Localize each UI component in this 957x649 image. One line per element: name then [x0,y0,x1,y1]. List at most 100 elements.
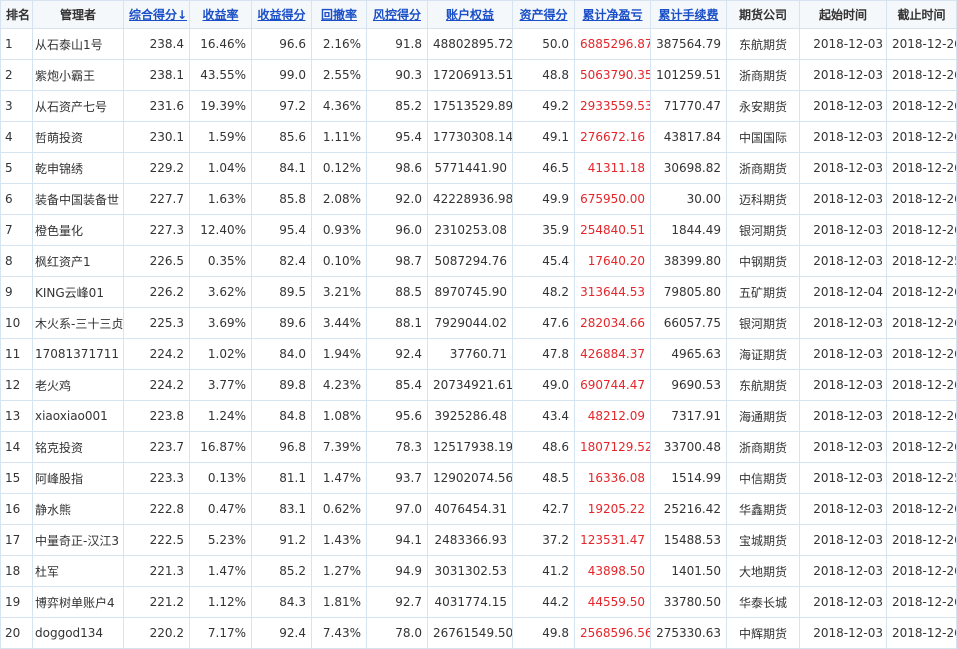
cell-return-score: 82.4 [251,245,312,277]
cell-start-date: 2018-12-03 [799,617,887,649]
cell-futures-company: 宝城期货 [726,524,800,556]
cell-return-rate: 5.23% [189,524,252,556]
cell-rank: 11 [0,338,33,370]
column-header-net-profit[interactable]: 累计净盈亏 [574,0,651,29]
column-header-return-rate[interactable]: 收益率 [189,0,252,29]
cell-start-date: 2018-12-03 [799,462,887,494]
column-header-total-fees[interactable]: 累计手续费 [650,0,727,29]
cell-total-fees: 1514.99 [650,462,727,494]
cell-end-date: 2018-12-26 [886,524,957,556]
column-header-label[interactable]: 账户权益 [446,8,494,22]
table-header: 排名 管理者 综合得分↓ 收益率 收益得分 回撤率 风控得分 账户权益 资产得分 累计净盈亏 累计手… [0,0,957,29]
cell-total-fees: 25216.42 [650,493,727,525]
column-header-account-equity[interactable]: 账户权益 [427,0,513,29]
cell-start-date: 2018-12-03 [799,183,887,215]
column-header-drawdown-rate[interactable]: 回撤率 [311,0,367,29]
cell-futures-company: 大地期货 [726,555,800,587]
cell-start-date: 2018-12-03 [799,307,887,339]
cell-total-score: 238.1 [123,59,190,91]
cell-net-profit: 48212.09 [574,400,651,432]
cell-net-profit: 44559.50 [574,586,651,618]
cell-futures-company: 海证期货 [726,338,800,370]
column-header-label[interactable]: 回撤率 [321,8,357,22]
cell-rank: 14 [0,431,33,463]
cell-account-equity: 37760.71 [427,338,513,370]
cell-drawdown-rate: 4.23% [311,369,367,401]
cell-risk-score: 93.7 [366,462,428,494]
cell-rank: 2 [0,59,33,91]
cell-drawdown-rate: 1.27% [311,555,367,587]
cell-asset-score: 50.0 [512,28,575,60]
column-header-label[interactable]: 综合得分↓ [129,8,187,22]
cell-total-fees: 43817.84 [650,121,727,153]
cell-net-profit: 41311.18 [574,152,651,184]
cell-drawdown-rate: 0.62% [311,493,367,525]
cell-asset-score: 41.2 [512,555,575,587]
column-header-risk-score[interactable]: 风控得分 [366,0,428,29]
cell-total-fees: 33700.48 [650,431,727,463]
cell-risk-score: 78.3 [366,431,428,463]
cell-manager: doggod134 [32,617,124,649]
cell-start-date: 2018-12-03 [799,59,887,91]
column-header-label[interactable]: 收益率 [202,8,238,22]
column-header-label[interactable]: 风控得分 [373,8,421,22]
column-header-asset-score[interactable]: 资产得分 [512,0,575,29]
table-row: 19 博弈树单账户4 221.2 1.12% 84.3 1.81% 92.7 4031774.… [0,586,957,618]
cell-drawdown-rate: 1.43% [311,524,367,556]
table-row: 3 从石资产七号 231.6 19.39% 97.2 4.36% 85.2 17513529.… [0,90,957,122]
cell-account-equity: 17513529.89 [427,90,513,122]
cell-net-profit: 690744.47 [574,369,651,401]
cell-return-rate: 1.63% [189,183,252,215]
cell-futures-company: 银河期货 [726,214,800,246]
cell-return-rate: 0.47% [189,493,252,525]
column-header-label[interactable]: 收益得分 [257,8,305,22]
cell-rank: 15 [0,462,33,494]
cell-start-date: 2018-12-03 [799,121,887,153]
cell-account-equity: 17206913.51 [427,59,513,91]
cell-return-rate: 3.77% [189,369,252,401]
cell-asset-score: 48.6 [512,431,575,463]
cell-end-date: 2018-12-26 [886,617,957,649]
cell-rank: 1 [0,28,33,60]
cell-drawdown-rate: 1.81% [311,586,367,618]
column-header-label[interactable]: 资产得分 [519,8,567,22]
cell-return-score: 84.3 [251,586,312,618]
cell-start-date: 2018-12-03 [799,369,887,401]
cell-asset-score: 35.9 [512,214,575,246]
column-header-start-date: 起始时间 [799,0,887,29]
cell-total-fees: 1401.50 [650,555,727,587]
cell-total-fees: 71770.47 [650,90,727,122]
cell-start-date: 2018-12-03 [799,214,887,246]
cell-return-score: 91.2 [251,524,312,556]
cell-net-profit: 276672.16 [574,121,651,153]
cell-total-score: 226.2 [123,276,190,308]
cell-asset-score: 49.0 [512,369,575,401]
cell-net-profit: 313644.53 [574,276,651,308]
cell-end-date: 2018-12-26 [886,338,957,370]
cell-asset-score: 47.6 [512,307,575,339]
cell-start-date: 2018-12-03 [799,431,887,463]
cell-total-score: 223.8 [123,400,190,432]
column-header-label[interactable]: 累计净盈亏 [582,8,642,22]
column-header-total-score[interactable]: 综合得分↓ [123,0,190,29]
cell-end-date: 2018-12-26 [886,555,957,587]
cell-manager: 橙色量化 [32,214,124,246]
cell-return-rate: 16.46% [189,28,252,60]
table-body: 1 从石泰山1号 238.4 16.46% 96.6 2.16% 91.8 48802895.… [0,28,957,649]
cell-total-score: 220.2 [123,617,190,649]
column-header-label[interactable]: 累计手续费 [658,8,718,22]
cell-rank: 16 [0,493,33,525]
column-header-return-score[interactable]: 收益得分 [251,0,312,29]
cell-net-profit: 5063790.35 [574,59,651,91]
cell-total-fees: 9690.53 [650,369,727,401]
cell-return-score: 89.5 [251,276,312,308]
cell-risk-score: 94.9 [366,555,428,587]
table-row: 5 乾申锦绣 229.2 1.04% 84.1 0.12% 98.6 5771441.90 46… [0,152,957,184]
cell-total-score: 226.5 [123,245,190,277]
cell-manager: 中量奇正-汉江3 [32,524,124,556]
cell-futures-company: 浙商期货 [726,59,800,91]
table-row: 1 从石泰山1号 238.4 16.46% 96.6 2.16% 91.8 48802895.… [0,28,957,60]
cell-return-rate: 0.35% [189,245,252,277]
cell-return-rate: 0.13% [189,462,252,494]
column-header-end-date: 截止时间 [886,0,957,29]
